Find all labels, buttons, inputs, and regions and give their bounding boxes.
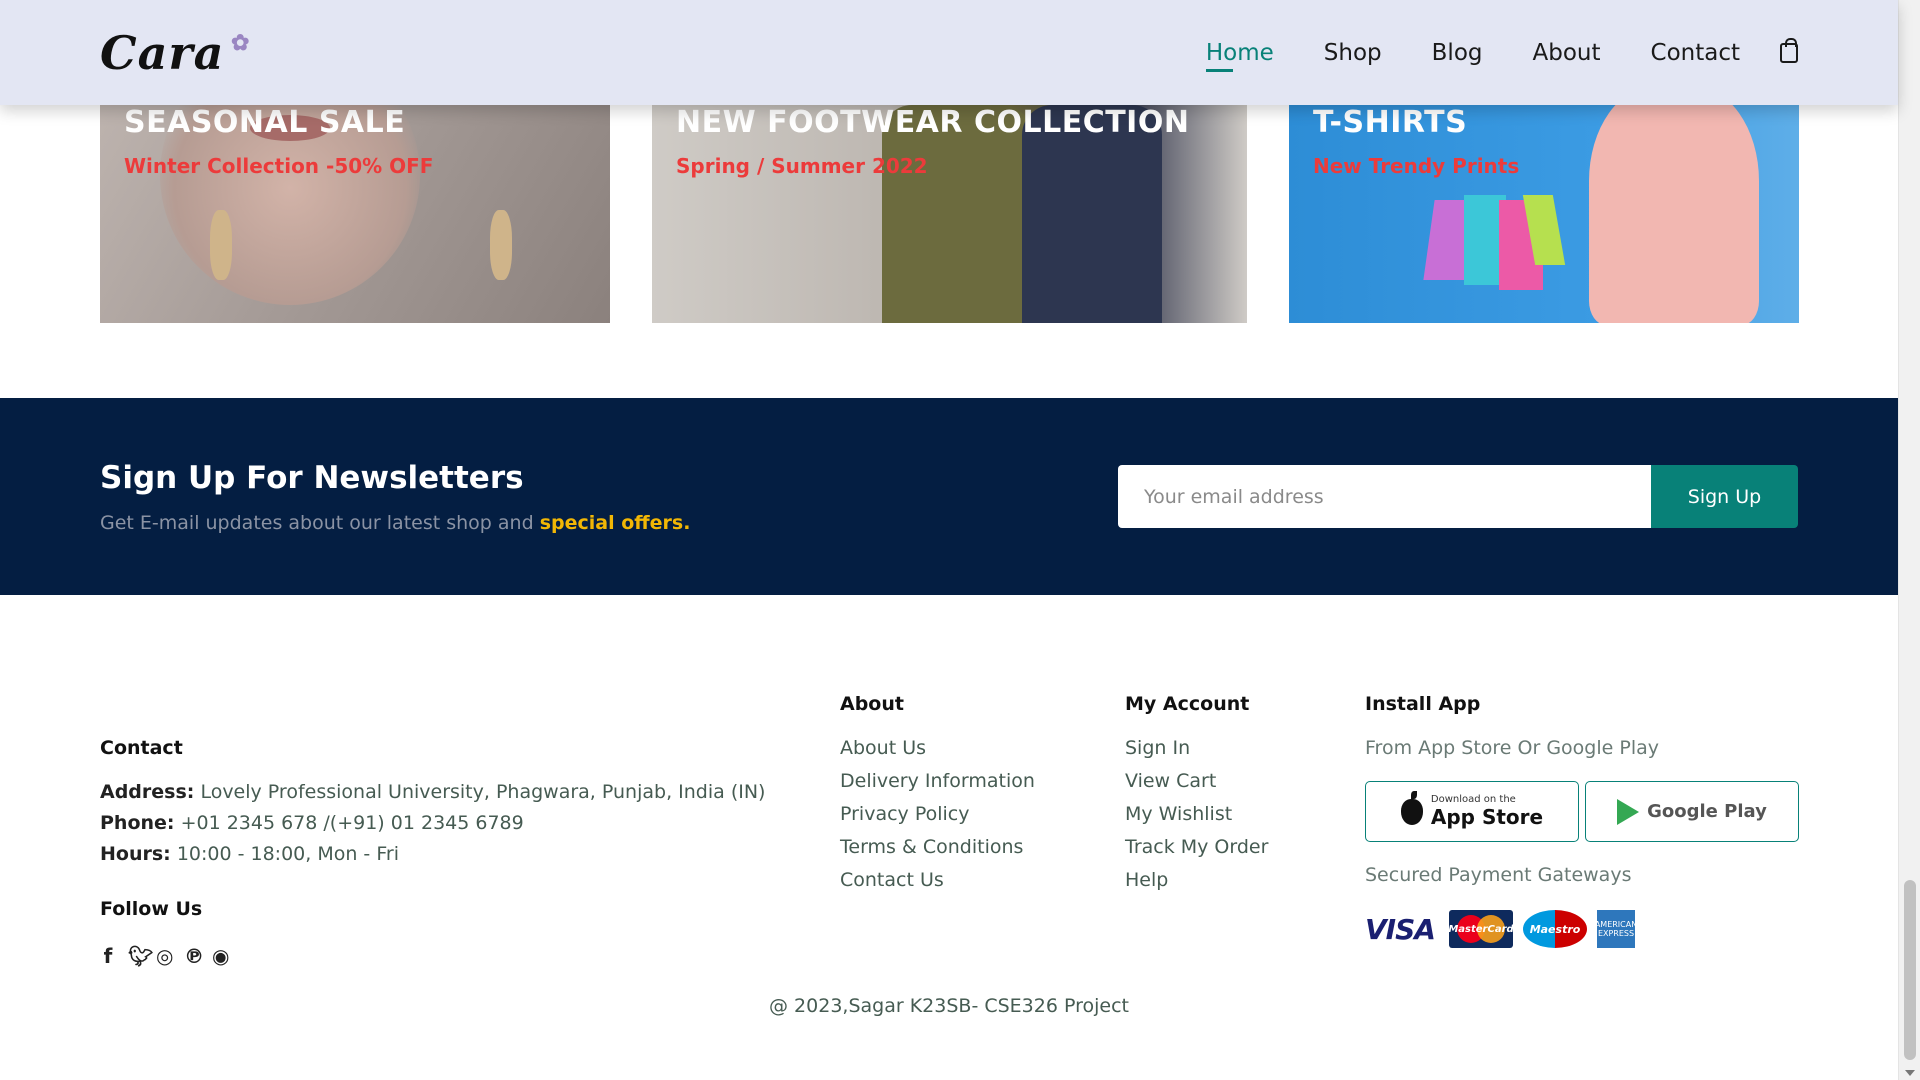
hours-value: 10:00 - 18:00, Mon - Fri <box>176 843 399 865</box>
nav-about[interactable]: About <box>1533 40 1601 66</box>
about-heading: About <box>840 693 904 715</box>
facebook-icon[interactable]: f <box>100 944 116 968</box>
phone-label: Phone: <box>100 812 175 834</box>
banner-footwear[interactable]: NEW FOOTWEAR COLLECTION Spring / Summer … <box>652 105 1247 323</box>
newsletter-highlight: special offers. <box>539 511 691 534</box>
newsletter-section: Sign Up For Newsletters Get E-mail updat… <box>0 398 1898 595</box>
address-label: Address: <box>100 781 195 803</box>
banner-title: T-SHIRTS <box>1313 105 1468 140</box>
mastercard-icon: MasterCard <box>1449 910 1513 948</box>
mastercard-label: MasterCard <box>1449 923 1513 935</box>
contact-phone: Phone: +01 2345 678 /(+91) 01 2345 6789 <box>100 812 780 835</box>
phone-value: +01 2345 678 /(+91) 01 2345 6789 <box>180 812 524 834</box>
scrollbar[interactable] <box>1898 0 1920 1080</box>
nav-contact[interactable]: Contact <box>1651 40 1740 66</box>
banner-seasonal-sale[interactable]: SEASONAL SALE Winter Collection -50% OFF <box>100 105 610 323</box>
banner-title: NEW FOOTWEAR COLLECTION <box>676 105 1190 140</box>
footer-link-track-order[interactable]: Track My Order <box>1125 836 1268 858</box>
scroll-down-icon[interactable] <box>1905 1070 1915 1076</box>
address-value: Lovely Professional University, Phagwara… <box>200 781 766 803</box>
newsletter-text: Sign Up For Newsletters Get E-mail updat… <box>100 460 690 534</box>
store-buttons: Download on the App Store Google Play <box>1365 781 1799 842</box>
email-input[interactable] <box>1118 465 1651 528</box>
install-subtext: From App Store Or Google Play <box>1365 737 1659 759</box>
payments-heading: Secured Payment Gateways <box>1365 864 1632 886</box>
scrollbar-thumb[interactable] <box>1904 880 1916 1060</box>
nav-blog[interactable]: Blog <box>1432 40 1483 66</box>
newsletter-form: Sign Up <box>1118 465 1798 528</box>
contact-address: Address: Lovely Professional University,… <box>100 781 780 804</box>
newsletter-title: Sign Up For Newsletters <box>100 459 524 496</box>
footer-link-contact-us[interactable]: Contact Us <box>840 869 1035 891</box>
payment-logos: VISA MasterCard Maestro AMERICAN EXPRESS <box>1365 910 1799 948</box>
maestro-label: Maestro <box>1529 922 1581 936</box>
google-play-label: Google Play <box>1647 801 1767 822</box>
newsletter-text-body: Get E-mail updates about our latest shop… <box>100 511 534 534</box>
banner-subtitle: Spring / Summer 2022 <box>676 154 928 178</box>
google-play-button[interactable]: Google Play <box>1585 781 1799 842</box>
hours-label: Hours: <box>100 843 171 865</box>
visa-icon: VISA <box>1365 912 1436 946</box>
install-heading: Install App <box>1365 693 1481 715</box>
app-store-text: Download on the App Store <box>1431 794 1543 829</box>
pinterest-icon[interactable]: ℗ <box>184 944 204 968</box>
footer-link-view-cart[interactable]: View Cart <box>1125 770 1268 792</box>
social-icons: f 🐦︎ ◎ ℗ ◉ <box>100 944 780 968</box>
footer-contact: Contact Address: Lovely Professional Uni… <box>100 737 780 968</box>
apple-icon <box>1400 790 1423 825</box>
footer-link-delivery[interactable]: Delivery Information <box>840 770 1035 792</box>
copyright: @ 2023,Sagar K23SB- CSE326 Project <box>769 995 1129 1017</box>
footer-link-sign-in[interactable]: Sign In <box>1125 737 1268 759</box>
footer-link-help[interactable]: Help <box>1125 869 1268 891</box>
nav-shop[interactable]: Shop <box>1324 40 1382 66</box>
app-store-small: Download on the <box>1430 794 1516 805</box>
footer-link-terms[interactable]: Terms & Conditions <box>840 836 1035 858</box>
twitter-icon[interactable]: 🐦︎ <box>128 944 153 968</box>
footer-link-about-us[interactable]: About Us <box>840 737 1035 759</box>
banner-subtitle: Winter Collection -50% OFF <box>124 154 434 178</box>
footer-install: Install App From App Store Or Google Pla… <box>1365 693 1799 948</box>
logo-text: Cara <box>100 25 225 80</box>
footer-about: About About Us Delivery Information Priv… <box>840 693 1035 902</box>
main-nav: Home Shop Blog About Contact <box>1205 37 1798 72</box>
contact-hours: Hours: 10:00 - 18:00, Mon - Fri <box>100 843 780 866</box>
contact-heading: Contact <box>100 737 183 759</box>
account-heading: My Account <box>1125 693 1250 715</box>
app-store-label: App Store <box>1430 805 1544 829</box>
lavender-icon: ✿ <box>231 29 251 56</box>
github-icon[interactable]: ◉ <box>212 944 229 968</box>
banner-image-detail <box>210 210 232 280</box>
google-play-icon <box>1617 798 1640 825</box>
footer-account: My Account Sign In View Cart My Wishlist… <box>1125 693 1268 902</box>
nav-home[interactable]: Home <box>1205 40 1274 72</box>
maestro-icon: Maestro <box>1523 910 1587 948</box>
banner-title: SEASONAL SALE <box>124 105 406 140</box>
logo[interactable]: Cara ✿ <box>100 25 249 80</box>
banner-image-detail <box>490 210 512 280</box>
amex-icon: AMERICAN EXPRESS <box>1595 910 1637 948</box>
shopping-bag-icon[interactable] <box>1780 37 1798 63</box>
instagram-icon[interactable]: ◎ <box>156 944 173 968</box>
app-store-button[interactable]: Download on the App Store <box>1365 781 1579 842</box>
follow-heading: Follow Us <box>100 898 203 920</box>
footer-link-wishlist[interactable]: My Wishlist <box>1125 803 1268 825</box>
banner-subtitle: New Trendy Prints <box>1313 154 1520 178</box>
newsletter-description: Get E-mail updates about our latest shop… <box>100 512 690 534</box>
sign-up-button[interactable]: Sign Up <box>1651 465 1798 528</box>
footer-link-privacy[interactable]: Privacy Policy <box>840 803 1035 825</box>
site-footer: Contact Address: Lovely Professional Uni… <box>0 595 1898 1080</box>
banner-tshirts[interactable]: T-SHIRTS New Trendy Prints <box>1289 105 1799 323</box>
site-header: Cara ✿ Home Shop Blog About Contact <box>0 0 1898 105</box>
